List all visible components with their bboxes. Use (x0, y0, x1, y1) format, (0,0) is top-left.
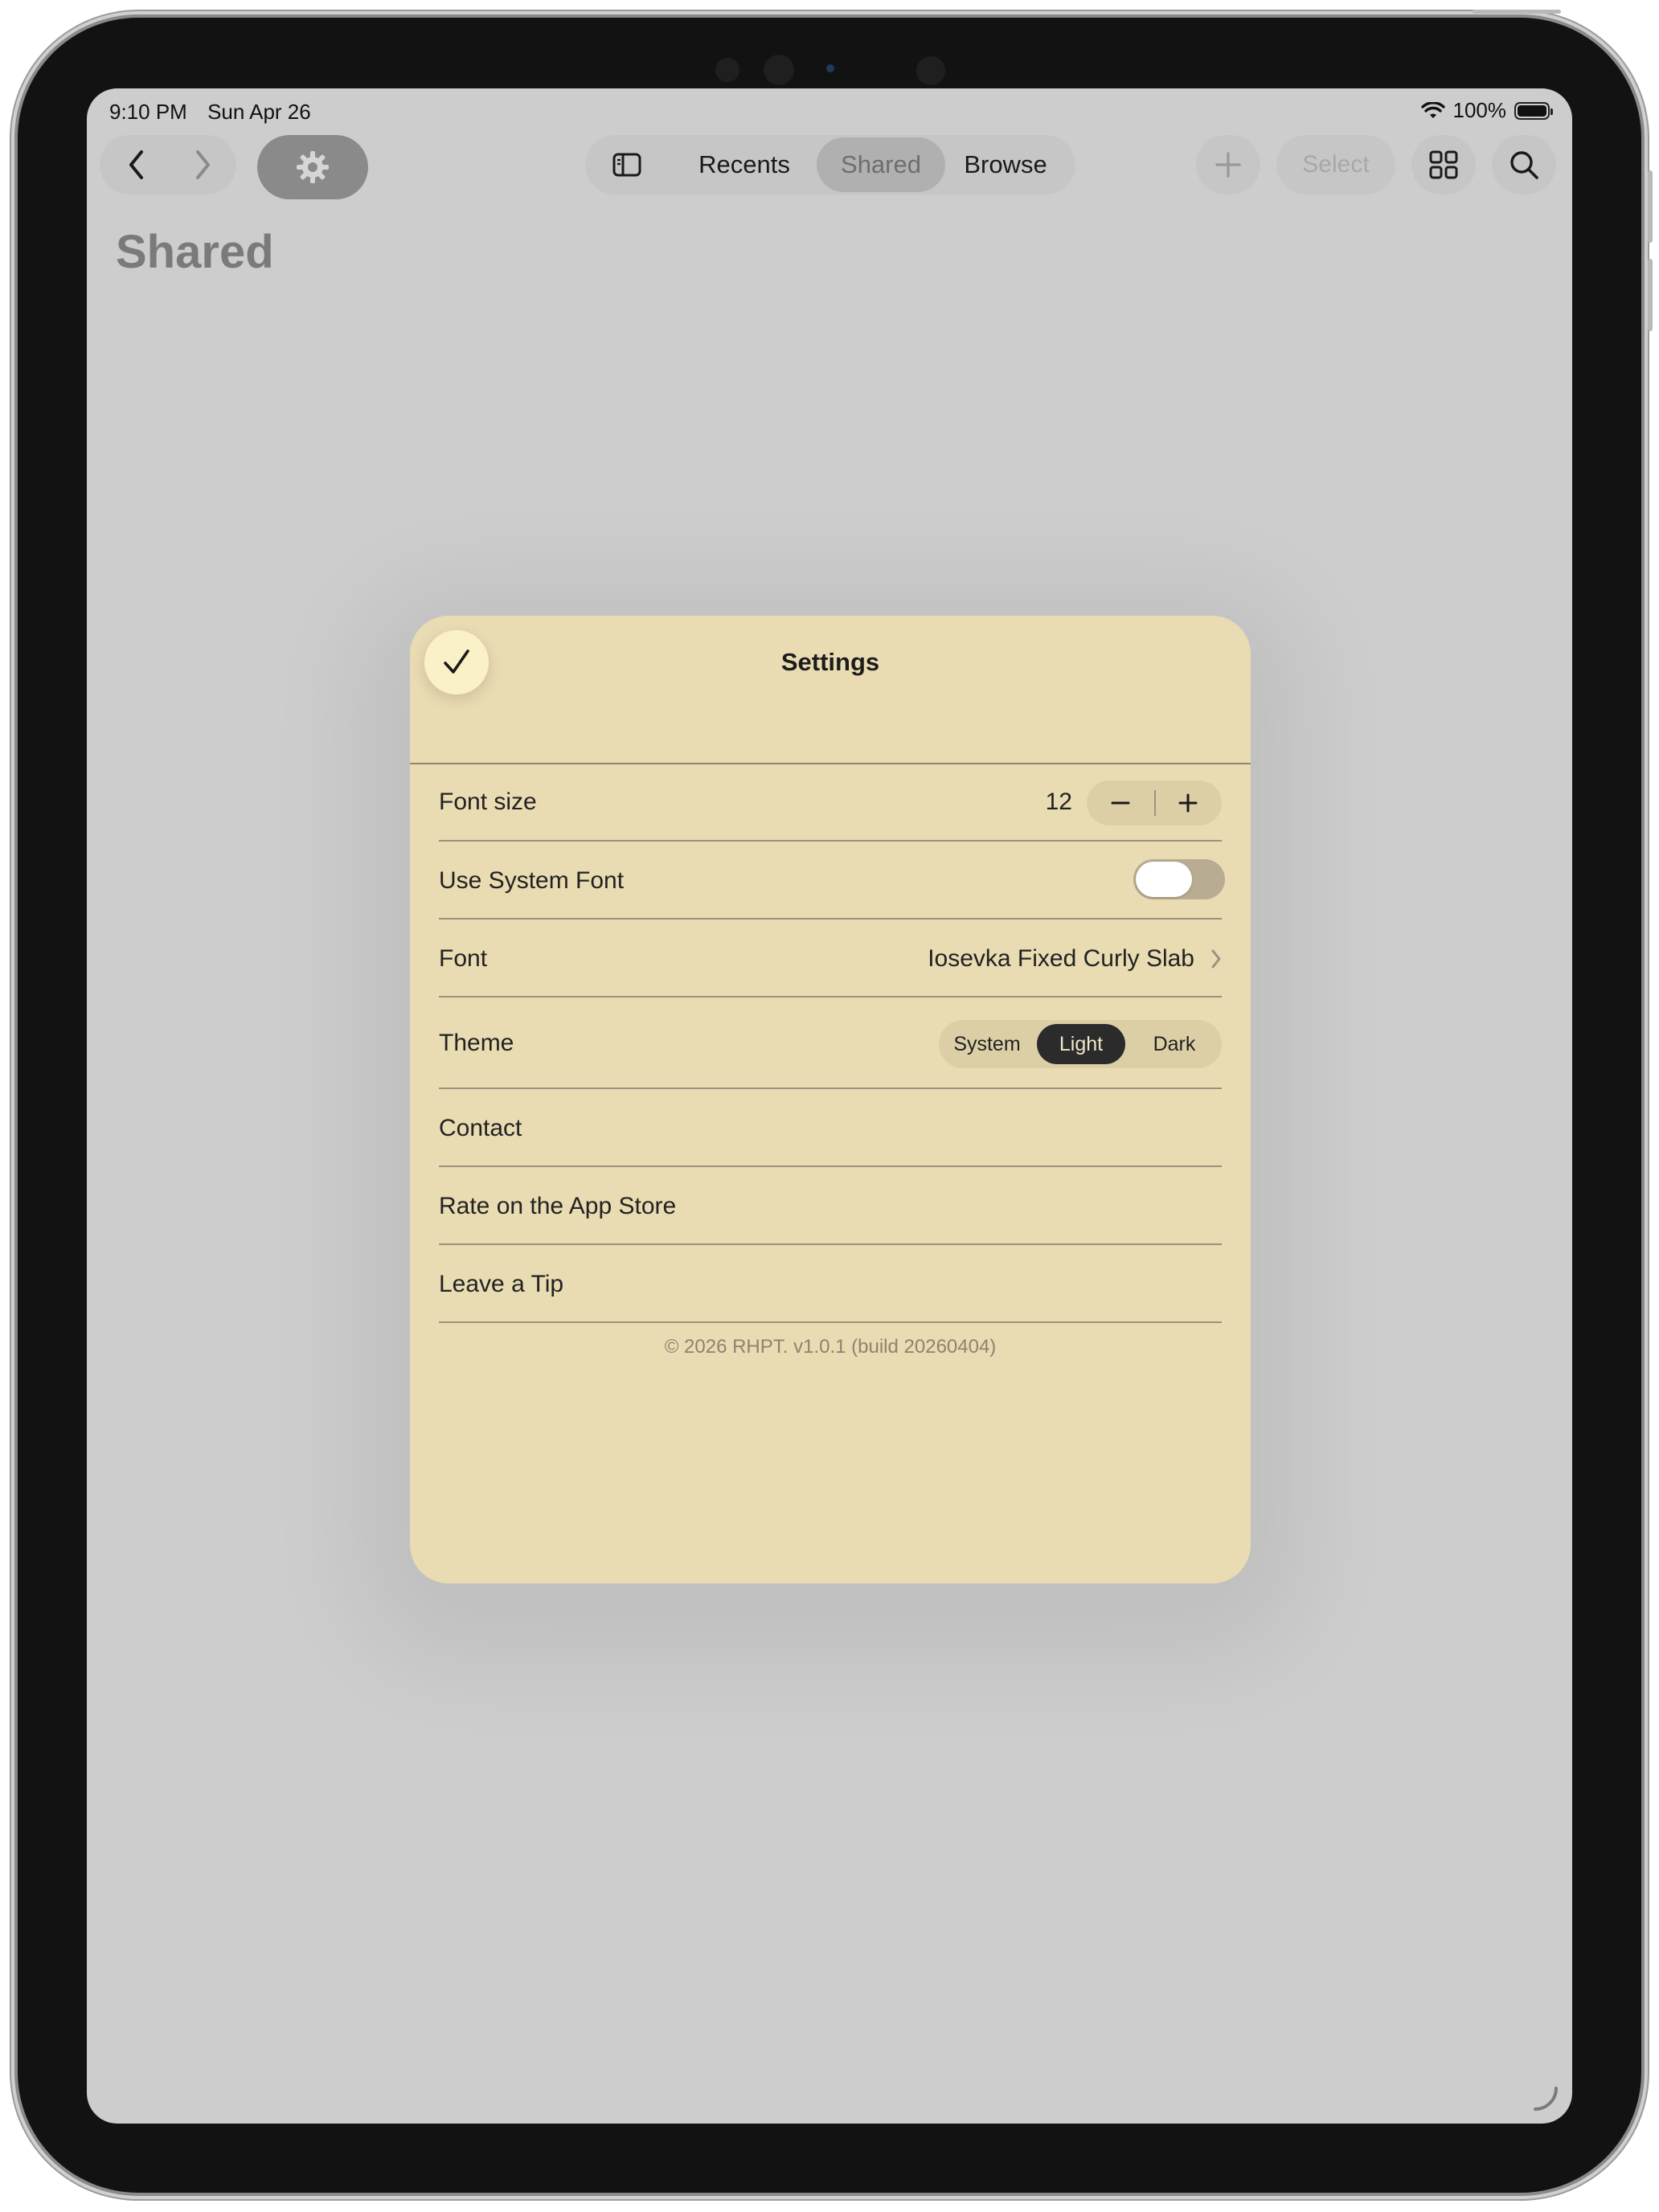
wifi-icon (1420, 101, 1445, 118)
chevron-right-icon (196, 150, 210, 179)
theme-option-system[interactable]: System (942, 1024, 1032, 1064)
font-size-stepper (1087, 780, 1222, 825)
plus-icon (1178, 793, 1198, 813)
volume-button (1648, 170, 1653, 243)
contact-row[interactable]: Contact (439, 1089, 1222, 1167)
font-size-row: Font size 12 (439, 764, 1222, 842)
increment-button[interactable] (1154, 780, 1222, 825)
font-value: Iosevka Fixed Curly Slab (928, 945, 1194, 972)
sheet-title: Settings (780, 648, 880, 676)
volume-button (1648, 259, 1653, 331)
camera-bar (18, 55, 1641, 87)
decrement-button[interactable] (1087, 780, 1154, 825)
theme-segmented-control: System Light Dark (939, 1020, 1222, 1068)
toggle-knob (1136, 862, 1192, 897)
tab-browse[interactable]: Browse (945, 137, 1066, 192)
tab-recents[interactable]: Recents (680, 137, 809, 192)
theme-option-light[interactable]: Light (1037, 1024, 1125, 1064)
battery-percent: 100% (1452, 98, 1507, 122)
theme-option-dark[interactable]: Dark (1130, 1024, 1219, 1064)
sidebar-icon (612, 153, 641, 177)
font-label: Font (439, 945, 488, 972)
grid-icon (1429, 150, 1458, 179)
battery-icon (1514, 101, 1553, 120)
grid-view-button[interactable] (1411, 135, 1476, 195)
theme-label: Theme (439, 1030, 514, 1056)
font-size-label: Font size (439, 789, 537, 815)
rate-label: Rate on the App Store (439, 1193, 677, 1219)
toolbar: Recents Shared Browse Select (87, 135, 1572, 207)
select-label: Select (1302, 151, 1370, 178)
indicator-dot (826, 64, 834, 72)
chevron-left-icon (129, 150, 143, 179)
sidebar-toggle-button[interactable] (600, 137, 654, 192)
sensor-dot (916, 56, 945, 85)
theme-row: Theme System Light Dark (439, 997, 1222, 1089)
system-font-toggle[interactable] (1133, 859, 1225, 899)
search-icon (1510, 151, 1538, 179)
settings-sheet: Settings Font size 12 Use System Font Fo… (410, 616, 1251, 1583)
sensor-dot (715, 58, 739, 82)
select-button[interactable]: Select (1276, 135, 1395, 195)
front-camera (764, 55, 794, 85)
forward-button[interactable] (172, 135, 233, 195)
status-time: 9:10 PM (109, 100, 187, 124)
power-button (1473, 10, 1561, 14)
font-size-value: 12 (1045, 789, 1072, 815)
minus-icon (1111, 801, 1130, 805)
tip-label: Leave a Tip (439, 1271, 564, 1297)
tip-row[interactable]: Leave a Tip (439, 1245, 1222, 1323)
tab-bar: Recents Shared Browse (585, 135, 1075, 195)
system-font-row: Use System Font (439, 842, 1225, 920)
contact-label: Contact (439, 1115, 522, 1141)
system-font-label: Use System Font (439, 867, 625, 894)
chevron-right-icon (1211, 949, 1221, 969)
resize-corner-icon (1534, 2087, 1558, 2111)
screen: 9:10 PM Sun Apr 26 100% Recents Shared B… (87, 88, 1572, 2124)
gear-icon (297, 151, 329, 183)
back-button[interactable] (104, 135, 169, 195)
add-button[interactable] (1196, 135, 1260, 195)
page-title: Shared (116, 226, 274, 278)
rate-row[interactable]: Rate on the App Store (439, 1167, 1222, 1245)
settings-button[interactable] (257, 135, 368, 199)
status-date: Sun Apr 26 (207, 100, 311, 124)
version-footer: © 2026 RHPT. v1.0.1 (build 20260404) (664, 1336, 997, 1358)
font-row[interactable]: Font Iosevka Fixed Curly Slab (439, 920, 1222, 997)
status-bar: 9:10 PM Sun Apr 26 100% (87, 88, 1572, 138)
tab-shared[interactable]: Shared (817, 137, 945, 192)
plus-icon (1215, 152, 1241, 178)
search-button[interactable] (1492, 135, 1556, 195)
